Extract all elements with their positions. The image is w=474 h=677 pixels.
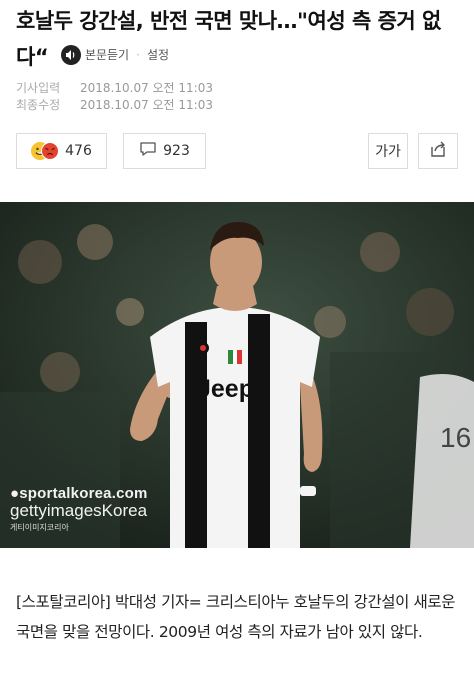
font-size-label: 가가 xyxy=(375,144,401,160)
reaction-count: 476 xyxy=(65,143,92,159)
emoji-angry-icon xyxy=(41,142,60,160)
meta-label: 기사입력 xyxy=(16,81,61,95)
reaction-emojis xyxy=(31,142,60,160)
reaction-button[interactable]: 476 xyxy=(16,133,107,169)
watermark-line-2: gettyimagesKorea xyxy=(10,501,148,520)
comment-count: 923 xyxy=(163,143,190,159)
article-photo: 16 Jeep ●sportalkorea.com gettyimagesKor… xyxy=(0,202,474,548)
action-bar: 476 923 가가 xyxy=(16,133,458,171)
listen-button[interactable]: 본문듣기 xyxy=(85,38,129,72)
share-button[interactable] xyxy=(418,133,458,169)
comment-icon xyxy=(139,141,157,161)
font-size-button[interactable]: 가가 xyxy=(368,133,408,169)
article-body: [스포탈코리아] 박대성 기자= 크리스티아누 호날두의 강간설이 새로운 국면… xyxy=(16,593,456,641)
speaker-icon[interactable] xyxy=(60,45,81,65)
settings-button[interactable]: 설정 xyxy=(147,38,169,72)
meta-value: 2018.10.07 오전 11:03 xyxy=(80,81,213,95)
headline-tools: 본문듣기 · 설정 xyxy=(60,38,169,72)
article-meta: 기사입력 2018.10.07 오전 11:03 최종수정 2018.10.07… xyxy=(16,80,213,114)
meta-row-modified: 최종수정 2018.10.07 오전 11:03 xyxy=(16,97,213,114)
meta-label: 최종수정 xyxy=(16,98,61,112)
comment-button[interactable]: 923 xyxy=(123,133,206,169)
photo-watermark: ●sportalkorea.com gettyimagesKorea 게티이미지… xyxy=(10,485,148,533)
separator-dot: · xyxy=(136,48,140,62)
watermark-line-1: ●sportalkorea.com xyxy=(10,485,148,502)
watermark-line-3: 게티이미지코리아 xyxy=(10,523,69,532)
meta-value: 2018.10.07 오전 11:03 xyxy=(80,98,213,112)
svg-text:16: 16 xyxy=(440,422,471,453)
article-headline: 호날두 강간설, 반전 국면 맞나…"여성 측 증거 없다“ 본문듣기 · 설정 xyxy=(16,4,462,74)
meta-row-published: 기사입력 2018.10.07 오전 11:03 xyxy=(16,80,213,97)
svg-text:Jeep: Jeep xyxy=(197,375,254,403)
share-icon xyxy=(429,140,447,162)
